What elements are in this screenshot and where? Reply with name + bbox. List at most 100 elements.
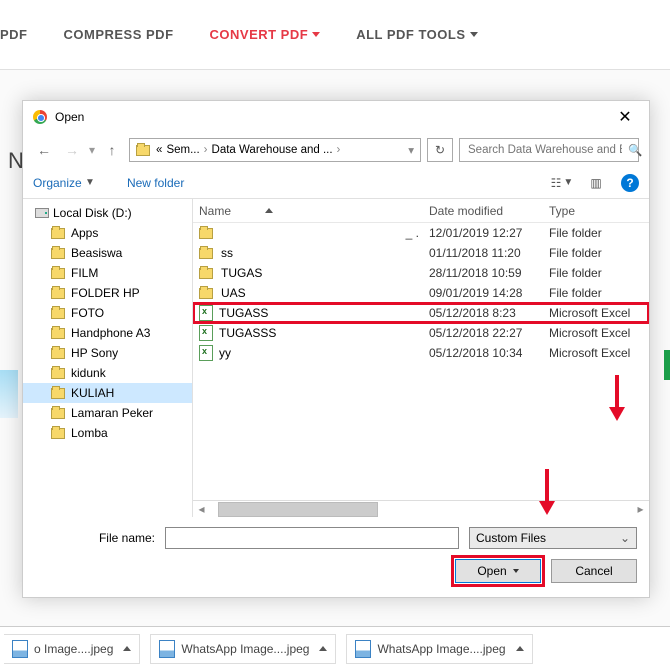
- back-button[interactable]: ←: [33, 139, 55, 161]
- folder-icon: [199, 288, 213, 299]
- folder-icon: [199, 248, 213, 259]
- file-date: 28/11/2018 10:59: [429, 266, 549, 280]
- folder-icon: [51, 288, 65, 299]
- forward-button[interactable]: →: [61, 139, 83, 161]
- file-list-header: Name Date modified Type: [193, 199, 649, 223]
- file-date: 01/11/2018 11:20: [429, 246, 549, 260]
- column-name[interactable]: Name: [199, 204, 429, 218]
- up-button[interactable]: ↑: [101, 139, 123, 161]
- column-date[interactable]: Date modified: [429, 204, 549, 218]
- tree-item-label: HP Sony: [71, 346, 118, 360]
- file-type: Microsoft Excel: [549, 306, 649, 320]
- filetype-select[interactable]: Custom Files ⌄: [469, 527, 637, 549]
- tree-folder-item[interactable]: KULIAH: [23, 383, 192, 403]
- tree-folder-item[interactable]: Beasiswa: [23, 243, 192, 263]
- file-row[interactable]: UAS09/01/2019 14:28File folder: [193, 283, 649, 303]
- organize-menu[interactable]: Organize ▼: [33, 176, 95, 190]
- tree-folder-item[interactable]: FILM: [23, 263, 192, 283]
- file-row[interactable]: ss 01/11/2018 11:20File folder: [193, 243, 649, 263]
- file-type: File folder: [549, 246, 649, 260]
- tree-folder-item[interactable]: HP Sony: [23, 343, 192, 363]
- tree-folder-item[interactable]: FOLDER HP: [23, 283, 192, 303]
- view-mode-button[interactable]: ☷ ▼: [547, 172, 577, 194]
- file-name: yy: [219, 346, 231, 360]
- tree-item-label: Lomba: [71, 426, 108, 440]
- search-input-wrap[interactable]: 🔍: [459, 138, 639, 162]
- breadcrumb[interactable]: « Sem... › Data Warehouse and ... › ▾: [129, 138, 421, 162]
- file-date: 05/12/2018 22:27: [429, 326, 549, 340]
- file-rows[interactable]: _ .12/01/2019 12:27File folder ss 01/11/20…: [193, 223, 649, 500]
- search-icon: 🔍: [628, 143, 642, 157]
- scrollbar-left-icon[interactable]: ◂: [193, 502, 210, 516]
- chevron-down-icon: [513, 569, 519, 573]
- file-date: 05/12/2018 8:23: [429, 306, 549, 320]
- tree-item-label: Lamaran Peker: [71, 406, 153, 420]
- tree-item-label: FILM: [71, 266, 98, 280]
- folder-icon: [51, 268, 65, 279]
- chevron-up-icon: [123, 646, 131, 651]
- tree-item-label: Handphone A3: [71, 326, 150, 340]
- open-button[interactable]: Open: [455, 559, 541, 583]
- file-list-panel: Name Date modified Type _ .12/01/2019 12…: [193, 199, 649, 517]
- tree-folder-item[interactable]: Lamaran Peker: [23, 403, 192, 423]
- topbar-alltools[interactable]: ALL PDF TOOLS: [356, 27, 477, 42]
- preview-pane-button[interactable]: ▥: [581, 172, 611, 194]
- file-row[interactable]: TUGASSS05/12/2018 22:27Microsoft Excel: [193, 323, 649, 343]
- cancel-button[interactable]: Cancel: [551, 559, 637, 583]
- chevron-down-icon[interactable]: ▾: [408, 143, 414, 157]
- drive-icon: [35, 208, 49, 218]
- topbar-pdf[interactable]: PDF: [0, 27, 28, 42]
- column-type[interactable]: Type: [549, 204, 649, 218]
- excel-icon: [199, 325, 213, 341]
- file-name: TUGASS: [219, 306, 268, 320]
- tree-folder-item[interactable]: FOTO: [23, 303, 192, 323]
- topbar-convert[interactable]: CONVERT PDF: [210, 27, 321, 42]
- folder-icon: [51, 408, 65, 419]
- help-icon[interactable]: ?: [621, 174, 639, 192]
- topbar-compress[interactable]: COMPRESS PDF: [64, 27, 174, 42]
- file-date: 09/01/2019 14:28: [429, 286, 549, 300]
- download-item[interactable]: WhatsApp Image....jpeg: [150, 634, 336, 664]
- file-type: File folder: [549, 266, 649, 280]
- breadcrumb-seg[interactable]: Sem...: [166, 144, 199, 156]
- search-input[interactable]: [466, 143, 624, 157]
- bg-stripe: [0, 370, 18, 418]
- horizontal-scrollbar[interactable]: ◂ ▸: [193, 500, 649, 517]
- file-row[interactable]: TUGAS28/11/2018 10:59File folder: [193, 263, 649, 283]
- file-row[interactable]: TUGASS 05/12/2018 8:23Microsoft Excel: [193, 303, 649, 323]
- breadcrumb-seg[interactable]: Data Warehouse and ...: [212, 144, 333, 156]
- file-name: UAS: [221, 286, 246, 300]
- dialog-toolbar: Organize ▼ New folder ☷ ▼ ▥ ?: [23, 167, 649, 199]
- download-item[interactable]: o Image....jpeg: [4, 634, 140, 664]
- breadcrumb-root: «: [156, 144, 162, 156]
- excel-icon: [199, 345, 213, 361]
- page-body: N Open ✕ ← → ▾ ↑ « Sem... › Data Warehou…: [0, 70, 670, 670]
- tree-folder-item[interactable]: kidunk: [23, 363, 192, 383]
- filename-input[interactable]: [165, 527, 459, 549]
- file-row[interactable]: yy05/12/2018 10:34Microsoft Excel: [193, 343, 649, 363]
- jpeg-icon: [12, 640, 28, 658]
- tree-folder-item[interactable]: Apps: [23, 223, 192, 243]
- file-name: ss: [221, 246, 233, 260]
- folder-tree[interactable]: Local Disk (D:)Apps Beasiswa FILM FOLDER HP…: [23, 199, 193, 517]
- close-button[interactable]: ✕: [611, 107, 639, 127]
- page-topbar: PDF COMPRESS PDF CONVERT PDF ALL PDF TOO…: [0, 0, 670, 70]
- folder-icon: [51, 348, 65, 359]
- download-item[interactable]: WhatsApp Image....jpeg: [346, 634, 532, 664]
- tree-folder-item[interactable]: Lomba: [23, 423, 192, 443]
- chevron-down-icon: ⌄: [620, 531, 630, 545]
- new-folder-button[interactable]: New folder: [127, 176, 184, 190]
- scrollbar-right-icon[interactable]: ▸: [632, 502, 649, 516]
- dialog-titlebar: Open ✕: [23, 101, 649, 133]
- scrollbar-thumb[interactable]: [218, 502, 378, 517]
- refresh-button[interactable]: ↻: [427, 138, 453, 162]
- folder-icon: [51, 248, 65, 259]
- folder-icon: [136, 145, 150, 156]
- tree-drive-item[interactable]: Local Disk (D:): [23, 203, 192, 223]
- file-row[interactable]: _ .12/01/2019 12:27File folder: [193, 223, 649, 243]
- chrome-icon: [33, 110, 47, 124]
- tree-folder-item[interactable]: Handphone A3: [23, 323, 192, 343]
- tree-item-label: Beasiswa: [71, 246, 122, 260]
- file-date: 12/01/2019 12:27: [429, 226, 549, 240]
- jpeg-icon: [355, 640, 371, 658]
